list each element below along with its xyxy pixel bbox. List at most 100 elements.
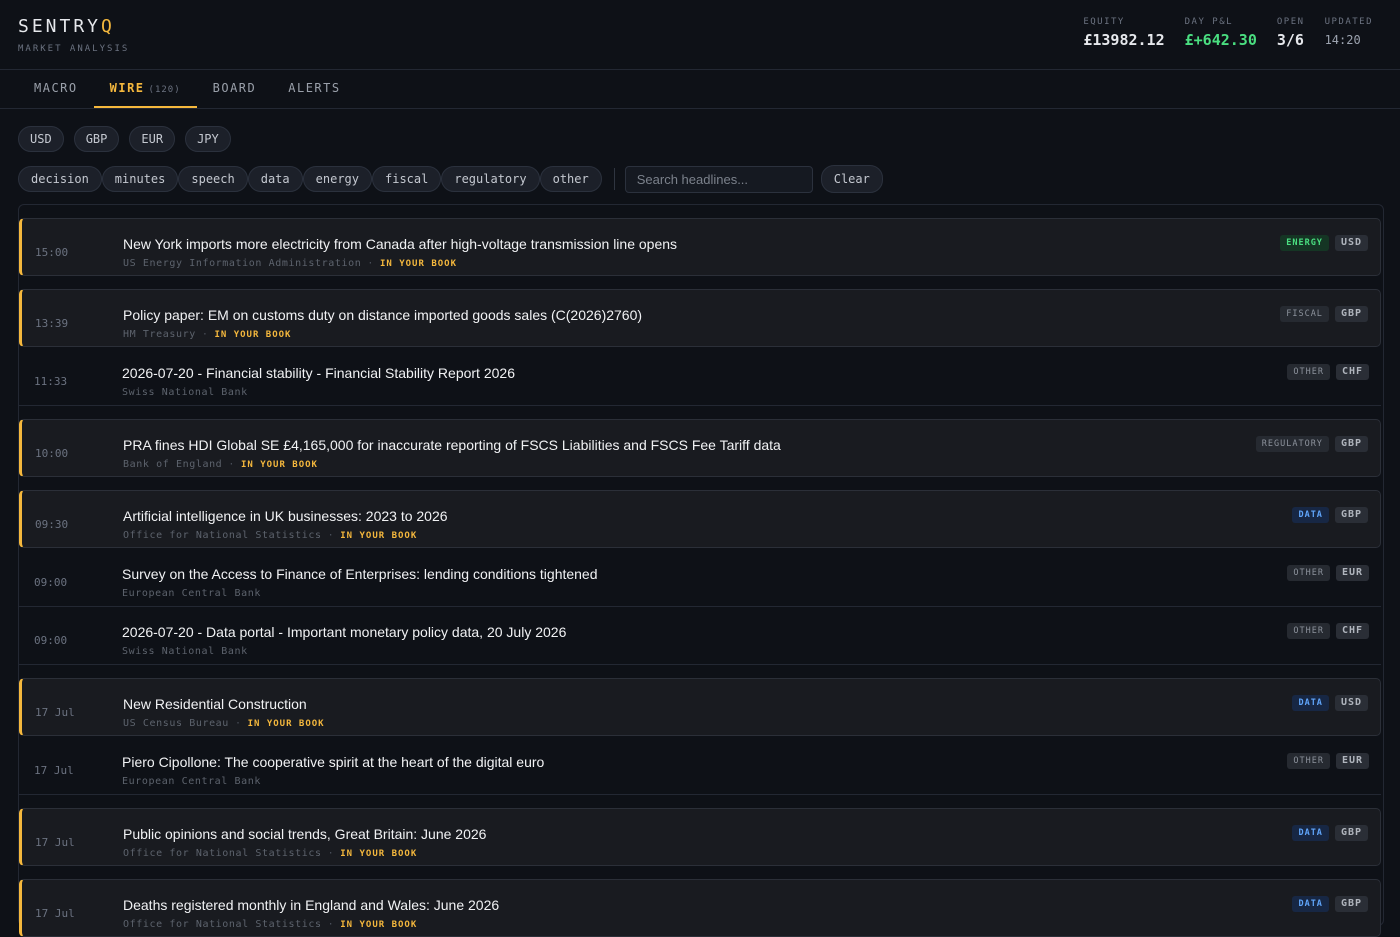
item-badges: DATA USD bbox=[1292, 695, 1368, 711]
item-headline[interactable]: New York imports more electricity from C… bbox=[123, 236, 677, 252]
item-time: 13:39 bbox=[35, 317, 69, 330]
wire-item[interactable]: 17 Jul Public opinions and social trends,… bbox=[19, 808, 1381, 866]
stat-label: DAY P&L bbox=[1184, 17, 1234, 27]
item-source: Swiss National Bank bbox=[122, 646, 248, 657]
tab-count: (120) bbox=[148, 85, 181, 95]
wire-item[interactable]: 10:00 PRA fines HDI Global SE £4,165,000 … bbox=[19, 419, 1381, 477]
tab-macro[interactable]: MACRO bbox=[18, 70, 94, 108]
wire-item[interactable]: 15:00 New York imports more electricity f… bbox=[19, 218, 1381, 276]
in-book-flag: IN YOUR BOOK bbox=[340, 920, 418, 930]
separator-dot: · bbox=[327, 919, 335, 930]
stat-value: 3/6 bbox=[1276, 31, 1304, 49]
category-filter-speech[interactable]: speech bbox=[178, 166, 248, 192]
currency-badge: CHF bbox=[1335, 623, 1369, 639]
clear-button[interactable]: Clear bbox=[820, 165, 883, 193]
wire-item[interactable]: 17 Jul New Residential Construction US Cen… bbox=[19, 678, 1381, 736]
stat-day-pnl: DAY P&L £+642.30 bbox=[1185, 17, 1257, 49]
currency-badge: GBP bbox=[1334, 436, 1368, 452]
item-headline[interactable]: Deaths registered monthly in England and… bbox=[123, 897, 499, 913]
stat-label: OPEN bbox=[1276, 17, 1305, 27]
account-stats: EQUITY £13982.12 DAY P&L £+642.30 OPEN 3… bbox=[1083, 17, 1373, 49]
currency-badge: USD bbox=[1334, 235, 1368, 251]
in-book-flag: IN YOUR BOOK bbox=[247, 719, 325, 729]
category-filter-energy[interactable]: energy bbox=[302, 166, 372, 192]
item-time: 17 Jul bbox=[35, 907, 75, 920]
item-source-line: European Central Bank bbox=[122, 588, 261, 599]
tab-board[interactable]: BOARD bbox=[197, 70, 273, 108]
wire-item[interactable]: 17 Jul Deaths registered monthly in Engla… bbox=[19, 879, 1381, 937]
currency-filter-eur[interactable]: EUR bbox=[129, 126, 176, 152]
item-badges: FISCAL GBP bbox=[1280, 306, 1368, 322]
item-headline[interactable]: Artificial intelligence in UK businesses… bbox=[123, 508, 448, 524]
item-source: Swiss National Bank bbox=[122, 387, 248, 398]
item-headline[interactable]: PRA fines HDI Global SE £4,165,000 for i… bbox=[123, 437, 781, 453]
item-source-line: Swiss National Bank bbox=[122, 646, 248, 657]
item-headline[interactable]: Policy paper: EM on customs duty on dist… bbox=[123, 307, 642, 323]
in-book-flag: IN YOUR BOOK bbox=[340, 849, 418, 859]
item-source-line: Swiss National Bank bbox=[122, 387, 248, 398]
stat-value: 14:20 bbox=[1324, 33, 1361, 47]
wire-item[interactable]: 13:39 Policy paper: EM on customs duty on… bbox=[19, 289, 1381, 347]
item-source: Bank of England bbox=[123, 459, 223, 470]
item-source-line: Office for National Statistics · IN YOUR B… bbox=[123, 530, 417, 541]
currency-filters: USD GBP EUR JPY bbox=[0, 109, 1400, 152]
wire-feed: 15:00 New York imports more electricity f… bbox=[18, 204, 1384, 937]
category-filter-data[interactable]: data bbox=[247, 166, 303, 192]
item-headline[interactable]: Public opinions and social trends, Great… bbox=[123, 826, 486, 842]
category-filters: decision minutes speech data energy fisc… bbox=[0, 152, 1400, 193]
currency-filter-jpy[interactable]: JPY bbox=[185, 126, 231, 152]
category-filter-other[interactable]: other bbox=[539, 166, 602, 192]
stat-value: £+642.30 bbox=[1184, 31, 1257, 49]
item-source-line: HM Treasury · IN YOUR BOOK bbox=[123, 329, 291, 340]
tab-alerts[interactable]: ALERTS bbox=[272, 70, 356, 108]
item-headline[interactable]: Piero Cipollone: The cooperative spirit … bbox=[122, 754, 544, 770]
category-badge: OTHER bbox=[1287, 364, 1330, 380]
wire-item[interactable]: 09:00 2026-07-20 - Data portal - Importan… bbox=[19, 607, 1381, 665]
currency-badge: GBP bbox=[1334, 896, 1368, 912]
item-source-line: Office for National Statistics · IN YOUR B… bbox=[123, 919, 417, 930]
item-time: 17 Jul bbox=[34, 764, 74, 777]
item-source: European Central Bank bbox=[122, 588, 262, 599]
category-filter-regulatory[interactable]: regulatory bbox=[441, 166, 540, 192]
tagline: MARKET ANALYSIS bbox=[18, 44, 130, 54]
item-headline[interactable]: 2026-07-20 - Financial stability - Finan… bbox=[122, 365, 515, 381]
item-headline[interactable]: New Residential Construction bbox=[123, 696, 307, 712]
item-source-line: US Energy Information Administration · IN … bbox=[123, 258, 457, 269]
item-headline[interactable]: Survey on the Access to Finance of Enter… bbox=[122, 566, 598, 582]
item-time: 09:00 bbox=[34, 634, 68, 647]
tab-label: WIRE bbox=[109, 81, 145, 95]
item-source-line: Bank of England · IN YOUR BOOK bbox=[123, 459, 318, 470]
item-source: Office for National Statistics bbox=[123, 919, 322, 930]
wire-item[interactable]: 17 Jul Piero Cipollone: The cooperative s… bbox=[19, 737, 1381, 795]
item-time: 17 Jul bbox=[35, 836, 75, 849]
logo[interactable]: SENTRYQ bbox=[18, 16, 129, 37]
item-badges: OTHER EUR bbox=[1287, 753, 1369, 769]
item-time: 15:00 bbox=[35, 246, 69, 259]
item-badges: OTHER EUR bbox=[1287, 565, 1369, 581]
item-headline[interactable]: 2026-07-20 - Data portal - Important mon… bbox=[122, 624, 566, 640]
category-filter-decision[interactable]: decision bbox=[18, 166, 102, 192]
category-filter-minutes[interactable]: minutes bbox=[101, 166, 179, 192]
currency-badge: GBP bbox=[1334, 507, 1368, 523]
item-time: 09:30 bbox=[35, 518, 69, 531]
wire-item[interactable]: 09:00 Survey on the Access to Finance of … bbox=[19, 549, 1381, 607]
category-filter-fiscal[interactable]: fiscal bbox=[372, 166, 442, 192]
stat-label: UPDATED bbox=[1324, 17, 1373, 27]
tab-wire[interactable]: WIRE (120) bbox=[93, 70, 197, 108]
in-book-flag: IN YOUR BOOK bbox=[379, 259, 457, 269]
currency-badge: CHF bbox=[1335, 364, 1369, 380]
search-input[interactable] bbox=[624, 165, 813, 193]
category-badge: OTHER bbox=[1287, 753, 1330, 769]
currency-badge: GBP bbox=[1334, 825, 1368, 841]
brand: SENTRYQ MARKET ANALYSIS bbox=[18, 16, 129, 54]
wire-item[interactable]: 09:30 Artificial intelligence in UK busin… bbox=[19, 490, 1381, 548]
stat-value: £13982.12 bbox=[1083, 31, 1165, 49]
category-badge: DATA bbox=[1292, 896, 1329, 912]
currency-filter-usd[interactable]: USD bbox=[18, 126, 64, 152]
wire-item[interactable]: 11:33 2026-07-20 - Financial stability - … bbox=[19, 348, 1381, 406]
item-source-line: European Central Bank bbox=[122, 776, 261, 787]
in-book-flag: IN YOUR BOOK bbox=[240, 460, 318, 470]
item-source: HM Treasury bbox=[123, 329, 196, 340]
currency-badge: USD bbox=[1334, 695, 1368, 711]
currency-filter-gbp[interactable]: GBP bbox=[73, 126, 120, 152]
